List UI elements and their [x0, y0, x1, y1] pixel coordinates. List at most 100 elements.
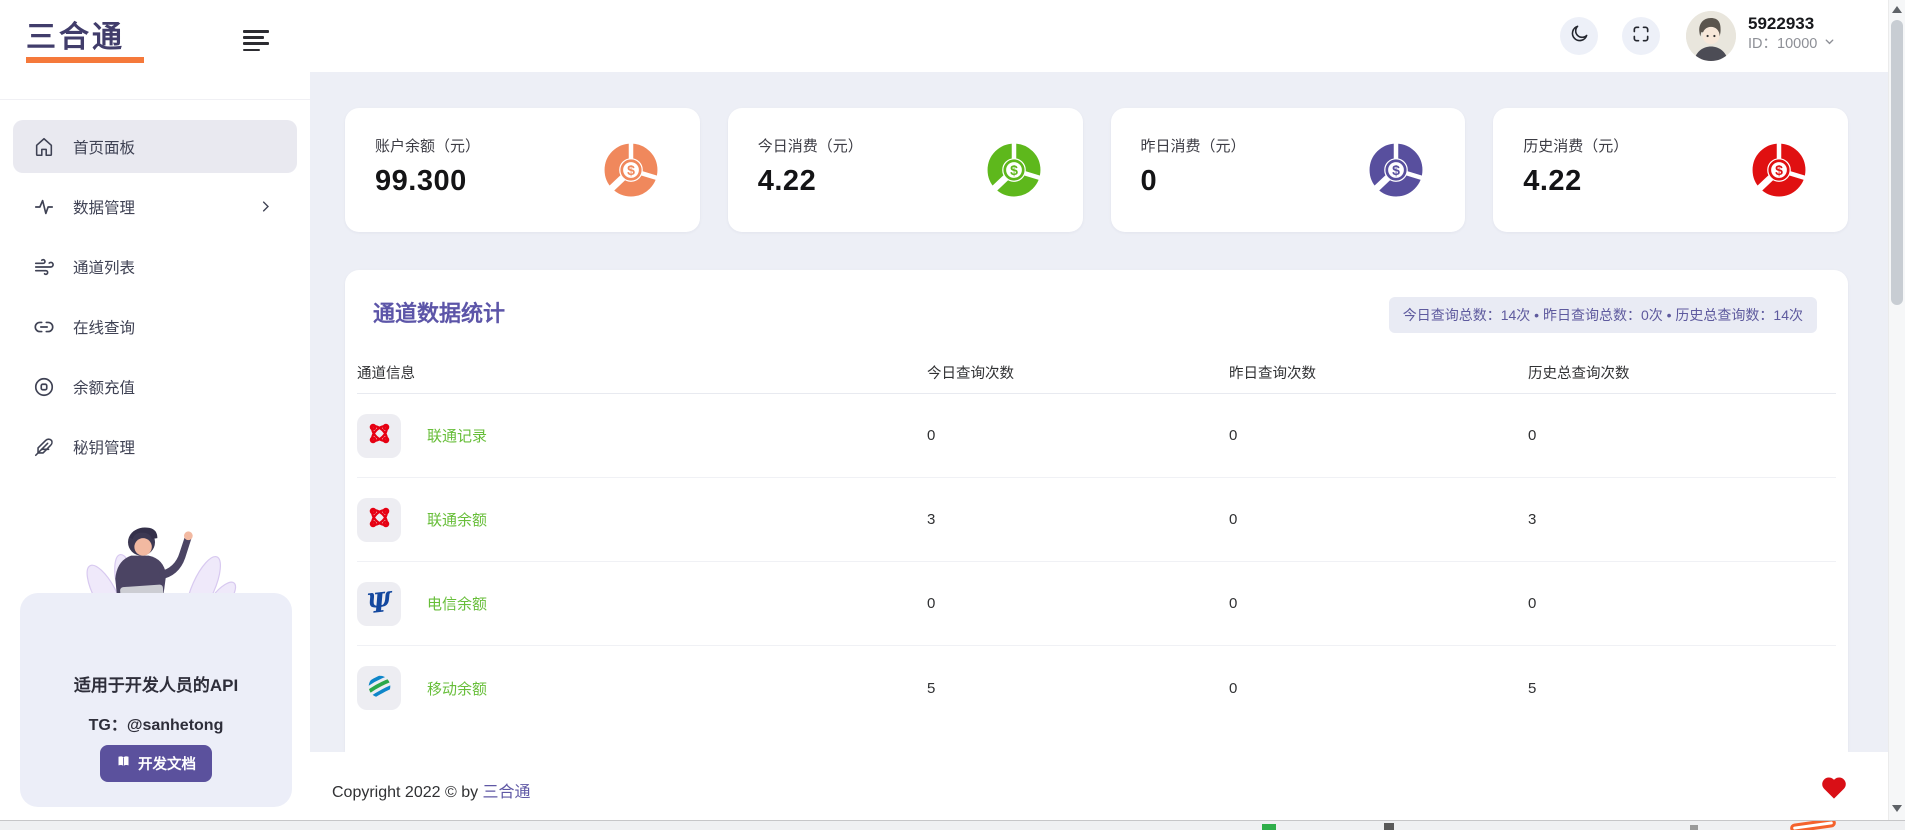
svg-text:$: $: [627, 162, 635, 178]
svg-text:$: $: [1010, 162, 1018, 178]
cell-total: 0: [1528, 427, 1836, 444]
telecom-logo: Ψ: [365, 589, 392, 618]
stat-card-today-spend: 今日消费（元） 4.22 $: [728, 108, 1083, 232]
sidebar-item-label: 首页面板: [73, 136, 135, 158]
book-icon: [116, 754, 131, 773]
bottom-peek-strip: [0, 820, 1905, 830]
sidebar-item-label: 数据管理: [73, 196, 135, 218]
scroll-down-arrow-icon[interactable]: [1892, 805, 1902, 812]
stat-card-balance: 账户余额（元） 99.300 $: [345, 108, 700, 232]
fullscreen-icon: [1631, 24, 1651, 49]
sidebar-item-dashboard[interactable]: 首页面板: [13, 120, 297, 173]
scroll-up-arrow-icon[interactable]: [1892, 6, 1902, 13]
stats-row: 账户余额（元） 99.300 $ 今日消费（元） 4.22: [345, 108, 1848, 232]
svg-text:$: $: [1775, 162, 1783, 178]
donut-dollar-icon: $: [987, 143, 1041, 197]
channel-logo-chip: Ψ: [357, 582, 401, 626]
wind-icon: [33, 256, 55, 278]
scrollbar-thumb[interactable]: [1891, 20, 1903, 305]
channel-logo-chip: [357, 498, 401, 542]
cell-total: 3: [1528, 511, 1836, 528]
table-row: 移动余额 5 0 5: [357, 646, 1836, 730]
link-icon: [33, 316, 55, 338]
channel-link[interactable]: 联通余额: [427, 509, 487, 530]
sidebar-header: 三合通: [0, 0, 310, 100]
unicom-logo: [366, 420, 393, 451]
svg-text:$: $: [1392, 162, 1400, 178]
donut-dollar-icon: $: [1369, 143, 1423, 197]
col-header-total: 历史总查询次数: [1528, 362, 1836, 383]
unicom-logo: [366, 504, 393, 535]
username: 5922933: [1748, 14, 1836, 34]
chevron-down-icon: [1823, 34, 1836, 54]
disc-icon: [33, 376, 55, 398]
sidebar-item-label: 通道列表: [73, 256, 135, 278]
col-header-channel: 通道信息: [357, 362, 927, 383]
brand-logo-underline: [26, 57, 144, 63]
channel-link[interactable]: 联通记录: [427, 425, 487, 446]
donut-dollar-icon: $: [604, 143, 658, 197]
cell-today: 3: [927, 511, 1229, 528]
topbar: 5922933 ID：10000: [310, 0, 1888, 72]
col-header-yesterday: 昨日查询次数: [1229, 362, 1528, 383]
heart-icon[interactable]: [1820, 774, 1848, 800]
peek-fragment: [1262, 824, 1276, 830]
cell-yesterday: 0: [1229, 595, 1528, 612]
cell-today: 0: [927, 427, 1229, 444]
cell-total: 5: [1528, 680, 1836, 697]
table-row: Ψ 电信余额 0 0 0: [357, 562, 1836, 646]
panel-title: 通道数据统计: [373, 296, 505, 328]
channel-logo-chip: [357, 414, 401, 458]
fullscreen-button[interactable]: [1622, 17, 1660, 55]
moon-icon: [1569, 23, 1590, 49]
cell-today: 0: [927, 595, 1229, 612]
copyright: Copyright 2022 © by 三合通: [332, 778, 531, 802]
cell-yesterday: 0: [1229, 511, 1528, 528]
sidebar-item-balance-recharge[interactable]: 余额充值: [13, 360, 297, 413]
dark-mode-button[interactable]: [1560, 17, 1598, 55]
channel-link[interactable]: 电信余额: [427, 593, 487, 614]
mobile-logo: [366, 673, 393, 704]
sidebar-item-channel-list[interactable]: 通道列表: [13, 240, 297, 293]
brand-logo-text: 三合通: [26, 22, 144, 54]
app-root: 三合通 首页面板 数据管理: [0, 0, 1905, 830]
sidebar-item-label: 在线查询: [73, 316, 135, 338]
sidebar-item-data-management[interactable]: 数据管理: [13, 180, 297, 233]
sidebar-item-online-query[interactable]: 在线查询: [13, 300, 297, 353]
cell-yesterday: 0: [1229, 427, 1528, 444]
col-header-today: 今日查询次数: [927, 362, 1229, 383]
channel-logo-chip: [357, 666, 401, 710]
brand-logo[interactable]: 三合通: [26, 22, 144, 63]
feather-icon: [33, 436, 55, 458]
activity-icon: [33, 196, 55, 218]
dev-docs-button[interactable]: 开发文档: [100, 745, 212, 782]
peek-fragment: [1384, 823, 1394, 830]
chevron-right-icon: [258, 199, 273, 214]
query-summary-badge: 今日查询总数：14次 • 昨日查询总数：0次 • 历史总查询数：14次: [1389, 297, 1817, 333]
sidebar-item-key-management[interactable]: 秘钥管理: [13, 420, 297, 473]
sidebar: 三合通 首页面板 数据管理: [0, 0, 310, 820]
channel-link[interactable]: 移动余额: [427, 678, 487, 699]
stat-card-yesterday-spend: 昨日消费（元） 0 $: [1111, 108, 1466, 232]
developer-promo-card: 适用于开发人员的API TG：@sanhetong 开发文档: [20, 593, 292, 807]
promo-text: 适用于开发人员的API: [20, 671, 292, 696]
home-icon: [33, 136, 55, 158]
sidebar-menu: 首页面板 数据管理 通道列表 在线查: [13, 120, 297, 480]
channel-stats-panel: 通道数据统计 今日查询总数：14次 • 昨日查询总数：0次 • 历史总查询数：1…: [345, 270, 1848, 752]
sidebar-item-label: 余额充值: [73, 376, 135, 398]
user-id: ID：10000: [1748, 34, 1817, 54]
footer: Copyright 2022 © by 三合通: [310, 752, 1888, 820]
user-menu[interactable]: 5922933 ID：10000: [1748, 14, 1836, 54]
avatar[interactable]: [1686, 11, 1736, 61]
table-row: 联通记录 0 0 0: [357, 394, 1836, 478]
peek-fragment: [1690, 825, 1698, 830]
donut-dollar-icon: $: [1752, 143, 1806, 197]
table-row: 联通余额 3 0 3: [357, 478, 1836, 562]
cell-yesterday: 0: [1229, 680, 1528, 697]
dev-docs-button-label: 开发文档: [138, 753, 196, 774]
footer-brand-link[interactable]: 三合通: [483, 784, 531, 801]
sidebar-toggle-icon[interactable]: [243, 30, 271, 54]
vertical-scrollbar[interactable]: [1888, 0, 1905, 820]
sidebar-item-label: 秘钥管理: [73, 436, 135, 458]
peek-fragment: [1790, 820, 1837, 830]
